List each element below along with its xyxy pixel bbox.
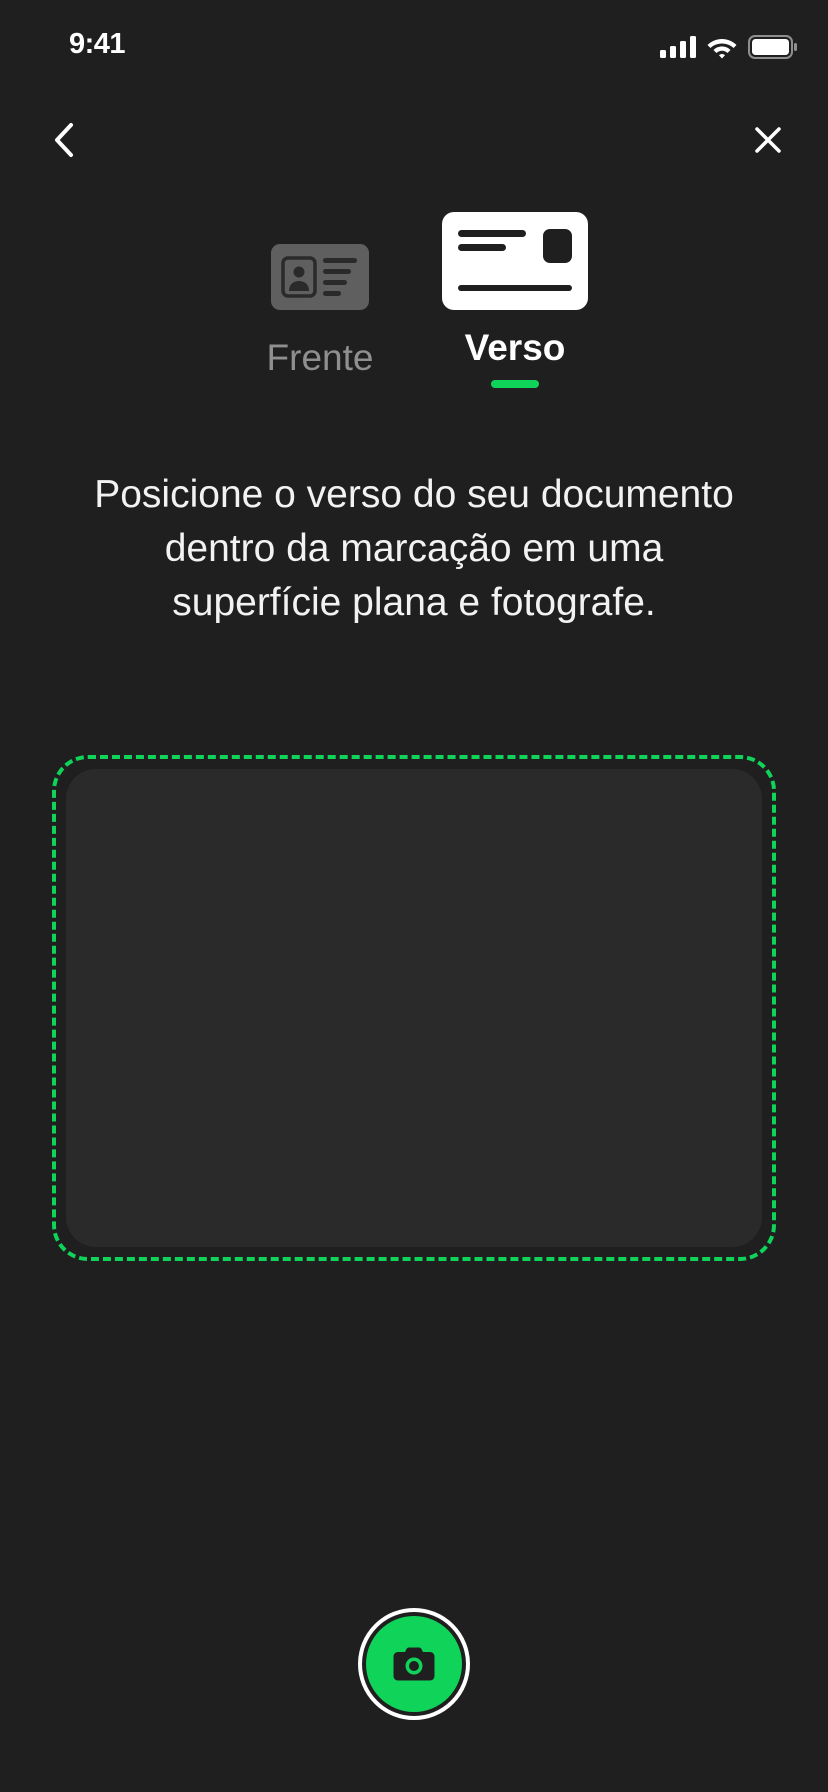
selected-tab-indicator — [491, 380, 539, 388]
tab-back-label: Verso — [464, 327, 566, 368]
capture-button-fill — [366, 1616, 462, 1712]
document-frame-guide — [52, 755, 776, 1261]
capture-button[interactable] — [358, 1608, 470, 1720]
tab-front-label: Frente — [266, 337, 374, 378]
chevron-left-icon — [55, 123, 73, 157]
tab-back[interactable]: Verso — [432, 212, 598, 388]
camera-icon — [393, 1647, 435, 1681]
camera-preview-area — [66, 769, 762, 1247]
instruction-text: Posicione o verso do seu documento dentr… — [40, 468, 788, 630]
wifi-icon — [707, 39, 737, 59]
instruction-line: dentro da marcação em uma — [164, 527, 664, 570]
cellular-signal-icon — [660, 36, 696, 58]
id-card-back-icon — [442, 212, 588, 310]
instruction-line: superfície plana e fotografe. — [172, 581, 656, 624]
status-icons — [660, 34, 798, 60]
status-bar: 9:41 — [0, 0, 828, 92]
close-button[interactable] — [738, 110, 798, 170]
instruction-line: Posicione o verso do seu documento — [94, 473, 734, 516]
battery-icon — [748, 35, 797, 59]
close-icon — [755, 127, 781, 153]
document-capture-screen: 9:41 Frente Verso Posicione o verso do s… — [0, 0, 828, 1792]
tab-front[interactable]: Frente — [250, 244, 390, 380]
back-button[interactable] — [34, 110, 94, 170]
status-time: 9:41 — [69, 28, 126, 60]
id-card-front-icon — [271, 244, 369, 310]
